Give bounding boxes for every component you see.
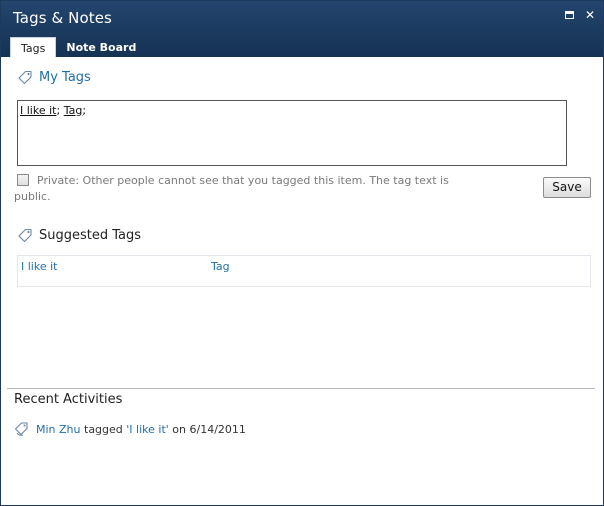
activity-preposition: on	[172, 422, 186, 436]
maximize-icon	[565, 11, 574, 19]
activity-action: tagged	[84, 422, 123, 436]
section-divider	[7, 388, 595, 389]
private-option: Private: Other people cannot see that yo…	[14, 173, 487, 203]
suggested-tags-list: I like it Tag	[17, 255, 591, 287]
close-icon: ✕	[584, 8, 596, 22]
close-button[interactable]: ✕	[583, 9, 597, 23]
tab-note-board[interactable]: Note Board	[56, 37, 146, 57]
my-tag-item[interactable]: I like it	[20, 104, 56, 117]
my-tag-item[interactable]: Tag	[64, 104, 83, 117]
tab-tags[interactable]: Tags	[10, 37, 57, 57]
tag-icon	[18, 70, 32, 85]
private-label: Private: Other people cannot see that yo…	[37, 174, 449, 187]
private-label-continued: public.	[14, 190, 51, 203]
activity-item: Min Zhu tagged 'I like it' on 6/14/2011	[14, 421, 246, 437]
dialog-title-bar: Tags & Notes ✕ Tags Note Board	[1, 1, 603, 57]
maximize-button[interactable]	[563, 9, 577, 23]
private-checkbox[interactable]	[17, 174, 29, 186]
my-tags-input[interactable]: I like it; Tag;	[17, 100, 567, 166]
save-button[interactable]: Save	[543, 177, 591, 198]
tag-separator: ;	[82, 104, 87, 117]
my-tags-heading: My Tags	[39, 69, 91, 85]
dialog-title: Tags & Notes	[13, 9, 112, 27]
suggested-tags-section-header: Suggested Tags	[17, 227, 141, 243]
tab-strip: Tags Note Board	[10, 37, 146, 57]
tag-separator: ;	[56, 104, 61, 117]
suggested-tags-heading: Suggested Tags	[39, 227, 142, 243]
my-tags-section-header: My Tags	[17, 69, 91, 85]
recent-activities-heading: Recent Activities	[14, 392, 123, 407]
activity-tag-link[interactable]: 'I like it'	[126, 423, 169, 436]
tagged-activity-icon	[14, 422, 28, 436]
tag-icon	[18, 228, 32, 243]
activity-date: 6/14/2011	[189, 422, 246, 436]
tags-notes-dialog: Tags & Notes ✕ Tags Note Board My Tags I…	[0, 0, 604, 506]
activity-user-link[interactable]: Min Zhu	[36, 423, 81, 436]
suggested-tag-i-like-it[interactable]: I like it	[21, 260, 57, 273]
suggested-tag-tag[interactable]: Tag	[211, 260, 230, 273]
